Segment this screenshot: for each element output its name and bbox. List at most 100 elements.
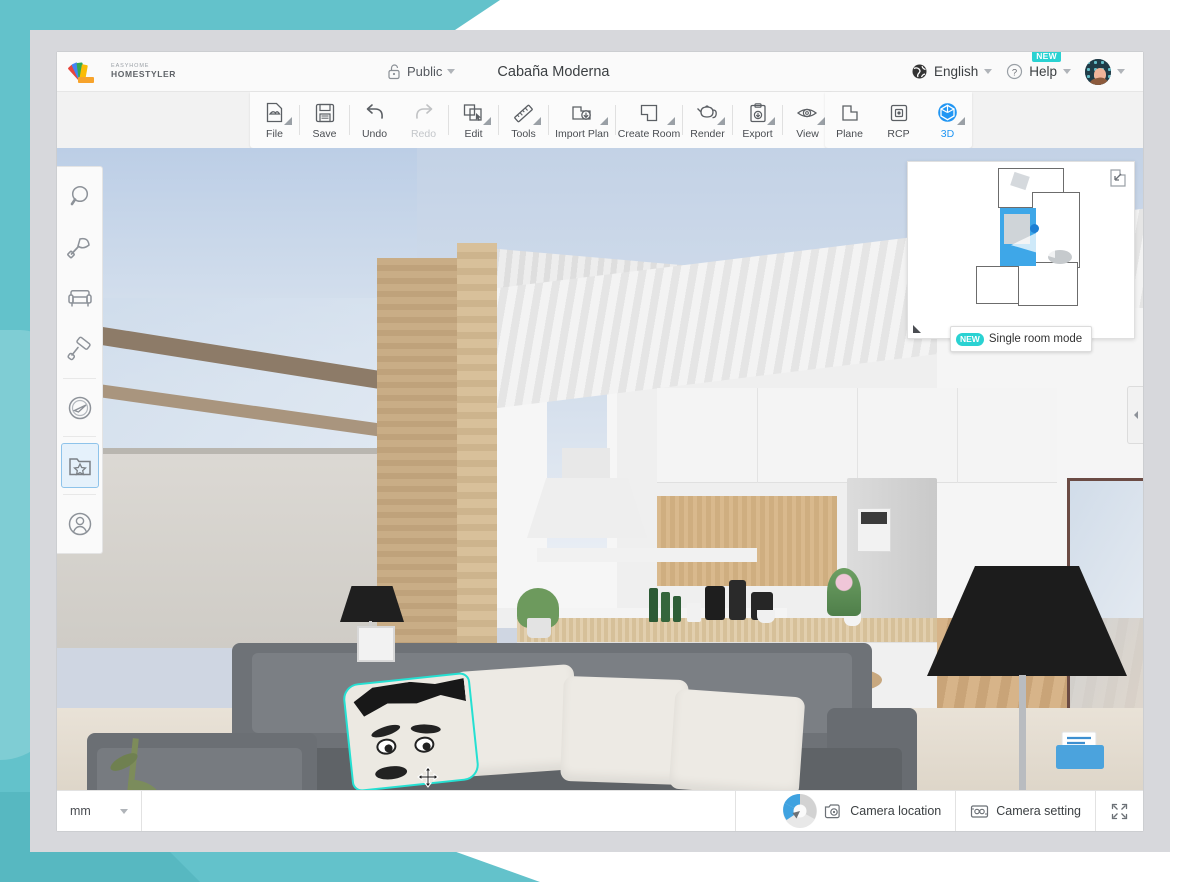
minimap-camera-position[interactable]	[1030, 224, 1039, 233]
toolbar-button-edit[interactable]: Edit	[449, 92, 498, 148]
camera-location-label: Camera location	[850, 804, 941, 818]
sidebar-item-search[interactable]	[57, 171, 103, 222]
scene-cushion[interactable]	[669, 689, 806, 790]
toolbar-button-render[interactable]: Render	[683, 92, 732, 148]
toolbar-label: View	[796, 128, 819, 140]
camera-setting-button[interactable]: Camera setting	[956, 791, 1096, 831]
scene-cabinet-seam	[757, 388, 758, 483]
minimap-floor-plan[interactable]	[908, 162, 1134, 338]
chevron-down-icon	[984, 69, 992, 74]
navigation-wheel-icon[interactable]	[763, 791, 837, 831]
file-icon	[263, 101, 286, 125]
fullscreen-button[interactable]	[1096, 791, 1143, 831]
toolbar-label: File	[266, 128, 283, 140]
toolbar-label: Create Room	[618, 128, 680, 140]
scene-terrace-rail	[57, 448, 417, 454]
sidebar-item-build[interactable]	[57, 222, 103, 273]
language-label: English	[934, 64, 978, 79]
resize-handle-icon[interactable]	[911, 321, 925, 335]
toolbar-button-import-plan[interactable]: Import Plan	[549, 92, 615, 148]
toolbar-label: Tools	[511, 128, 536, 140]
eye-icon	[796, 101, 820, 125]
sidebar-item-favorites[interactable]	[57, 440, 103, 491]
toolbar-label: Plane	[836, 128, 863, 140]
move-cursor	[417, 766, 439, 788]
brand-line-2: HOMESTYLER	[111, 70, 176, 80]
scene-counter-top	[517, 618, 937, 642]
import-plan-icon	[570, 101, 594, 125]
unit-dropdown[interactable]: mm	[57, 791, 142, 831]
unit-value: mm	[70, 804, 91, 818]
copy-cursor-icon	[462, 101, 485, 125]
toolbar-button-tools[interactable]: Tools	[499, 92, 548, 148]
user-circle-icon	[66, 510, 94, 538]
pillow-eyebrow-graphic	[411, 724, 441, 734]
chevron-down-icon	[1117, 69, 1125, 74]
document-title[interactable]: Cabaña Moderna	[497, 64, 609, 80]
toolbar-button-create-room[interactable]: Create Room	[616, 92, 682, 148]
pillow-eye-graphic	[376, 738, 398, 756]
application-window: EASYHOME HOMESTYLER Public Cabaña Modern…	[57, 52, 1143, 831]
brand-logo[interactable]: EASYHOME HOMESTYLER	[57, 61, 387, 83]
viewport-3d[interactable]: NEW Single room mode	[57, 148, 1143, 790]
privacy-dropdown[interactable]: Public	[387, 63, 455, 80]
sidebar-item-navigate[interactable]	[57, 382, 103, 433]
sidebar-item-account[interactable]	[57, 498, 103, 549]
chevron-left-icon	[1132, 410, 1140, 420]
fullscreen-expand-icon	[1110, 802, 1129, 821]
rail-divider	[63, 494, 96, 495]
armchair-icon	[66, 285, 94, 313]
shovel-icon	[66, 234, 94, 262]
toolbar-button-save[interactable]: Save	[300, 92, 349, 148]
toolbar-label: Redo	[411, 128, 436, 140]
toolbar-button-file[interactable]: File	[250, 92, 299, 148]
expand-corner-icon[interactable]	[1108, 168, 1128, 188]
menu-corner-icon	[600, 117, 608, 125]
sidebar-item-materials[interactable]	[57, 324, 103, 375]
scene-side-table	[357, 626, 395, 662]
cube-3d-icon	[936, 101, 959, 125]
inbox-tray-button[interactable]	[1053, 728, 1107, 772]
privacy-label: Public	[407, 64, 442, 79]
toolbar-label: 3D	[941, 128, 954, 140]
user-menu[interactable]	[1085, 59, 1125, 85]
language-dropdown[interactable]: English	[911, 63, 992, 80]
help-menu[interactable]: ? Help NEW	[1006, 63, 1071, 80]
scene-range-hood-duct	[562, 448, 610, 482]
chevron-down-icon	[1063, 69, 1071, 74]
toolbar-button-redo[interactable]: Redo	[399, 92, 448, 148]
bottom-bar: mm Camera location Camera setting	[57, 790, 1143, 831]
scene-orchid-plant	[827, 568, 861, 616]
scene-fridge-display	[861, 512, 887, 524]
menu-corner-icon	[667, 117, 675, 125]
toolbar-label: Export	[742, 128, 772, 140]
scene-bottle	[661, 592, 670, 622]
ruler-icon	[512, 101, 535, 125]
globe-icon	[911, 63, 928, 80]
paint-roller-icon	[66, 336, 94, 364]
toolbar-button-3d[interactable]: 3D	[923, 92, 972, 148]
scene-kitchen-island-top	[537, 548, 757, 562]
top-bar: EASYHOME HOMESTYLER Public Cabaña Modern…	[57, 52, 1143, 92]
right-panel-toggle[interactable]	[1127, 386, 1143, 444]
top-bar-right-group: English ? Help NEW	[911, 59, 1143, 85]
toolbar-label: Save	[313, 128, 337, 140]
toolbar-button-rcp[interactable]: RCP	[874, 92, 923, 148]
camera-setting-icon	[970, 803, 989, 820]
toolbar-label: Render	[690, 128, 724, 140]
menu-corner-icon	[957, 117, 965, 125]
left-tool-rail	[57, 166, 103, 554]
tooltip-text: Single room mode	[989, 333, 1082, 345]
scene-canister	[687, 603, 701, 622]
toolbar-button-export[interactable]: Export	[733, 92, 782, 148]
minimap-panel[interactable]: NEW Single room mode	[907, 161, 1135, 339]
single-room-mode-tooltip[interactable]: NEW Single room mode	[950, 326, 1092, 352]
toolbar-button-undo[interactable]: Undo	[350, 92, 399, 148]
toolbar-view-group: Plane RCP	[825, 92, 972, 148]
sidebar-item-furniture[interactable]	[57, 273, 103, 324]
toolbar-button-plane[interactable]: Plane	[825, 92, 874, 148]
selected-object-face-pillow[interactable]	[342, 672, 481, 790]
toolbar-main-group: File Save	[250, 92, 832, 148]
command-input[interactable]	[142, 791, 736, 831]
pillow-eye-graphic	[414, 736, 436, 754]
